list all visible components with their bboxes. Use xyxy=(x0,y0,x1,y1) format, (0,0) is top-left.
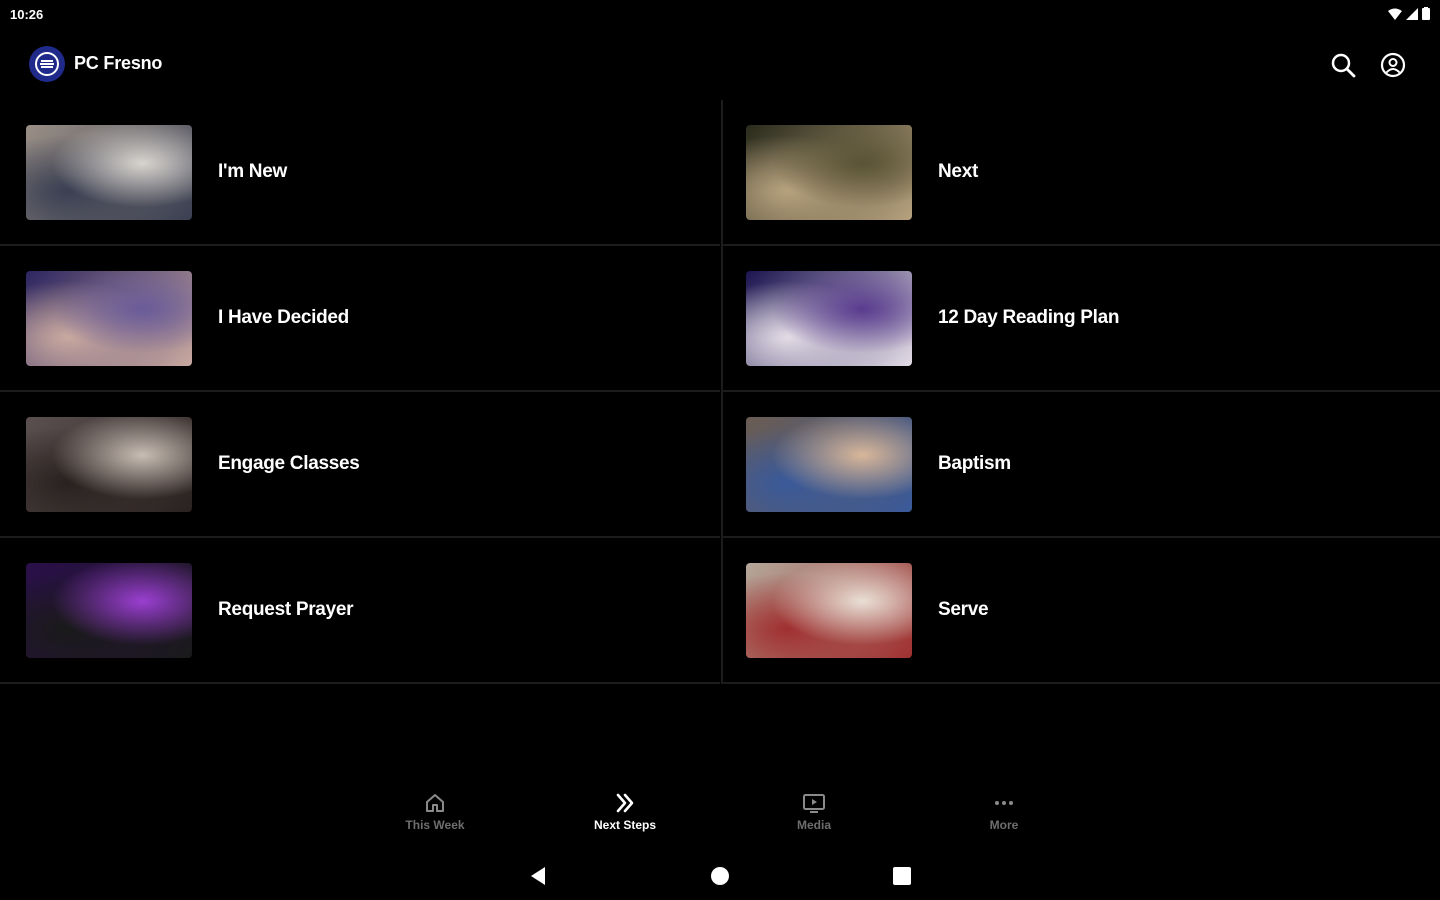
card-thumbnail xyxy=(26,416,192,512)
nav-more[interactable]: More xyxy=(944,792,1064,842)
card-label: Baptism xyxy=(938,453,1011,474)
double-chevron-icon xyxy=(616,793,634,813)
card-reading-plan[interactable]: 12 Day Reading Plan xyxy=(722,246,1440,392)
home-icon xyxy=(426,794,444,812)
system-home-button[interactable] xyxy=(708,864,732,888)
battery-icon xyxy=(1422,7,1430,20)
card-label: 12 Day Reading Plan xyxy=(938,307,1120,328)
nav-next-steps[interactable]: Next Steps xyxy=(565,792,685,842)
card-thumbnail xyxy=(746,270,912,366)
status-time: 10:26 xyxy=(10,7,44,22)
wifi-icon xyxy=(1388,8,1402,20)
card-label: Engage Classes xyxy=(218,453,360,474)
back-triangle-icon xyxy=(531,867,545,885)
card-engage-classes[interactable]: Engage Classes xyxy=(0,392,720,538)
next-steps-grid: I'm New Next I Have Decided 12 Day Readi… xyxy=(0,100,1440,684)
system-navigation-bar xyxy=(0,852,1440,900)
recents-square-icon xyxy=(893,867,911,885)
search-button[interactable] xyxy=(1326,48,1360,82)
status-bar: 10:26 xyxy=(0,0,1440,28)
card-thumbnail xyxy=(26,124,192,220)
church-logo xyxy=(29,46,65,82)
card-label: Request Prayer xyxy=(218,599,354,620)
card-label: Next xyxy=(938,161,978,182)
logo-mark-icon xyxy=(35,52,59,76)
app-title: PC Fresno xyxy=(74,53,163,73)
home-circle-icon xyxy=(711,867,729,885)
account-circle-icon xyxy=(1380,52,1406,78)
status-icons xyxy=(1388,7,1430,20)
card-i-have-decided[interactable]: I Have Decided xyxy=(0,246,720,392)
card-baptism[interactable]: Baptism xyxy=(722,392,1440,538)
card-thumbnail xyxy=(746,416,912,512)
card-thumbnail xyxy=(746,124,912,220)
card-thumbnail xyxy=(746,562,912,658)
card-next[interactable]: Next xyxy=(722,100,1440,246)
card-serve[interactable]: Serve xyxy=(722,538,1440,684)
system-recents-button[interactable] xyxy=(890,864,914,888)
nav-label: More xyxy=(989,818,1019,832)
app-bar: PC Fresno xyxy=(0,28,1440,100)
nav-label: This Week xyxy=(405,818,465,832)
nav-this-week[interactable]: This Week xyxy=(375,792,495,842)
card-label: Serve xyxy=(938,599,989,620)
card-thumbnail xyxy=(26,270,192,366)
bottom-navigation: This Week Next Steps Media More xyxy=(0,784,1440,844)
system-back-button[interactable] xyxy=(526,864,550,888)
search-icon xyxy=(1331,53,1356,78)
card-thumbnail xyxy=(26,562,192,658)
more-dots-icon xyxy=(995,801,1013,805)
card-label: I'm New xyxy=(218,161,287,182)
card-label: I Have Decided xyxy=(218,307,349,328)
nav-label: Next Steps xyxy=(593,818,657,832)
nav-label: Media xyxy=(796,818,831,832)
signal-icon xyxy=(1406,7,1418,20)
card-request-prayer[interactable]: Request Prayer xyxy=(0,538,720,684)
tv-play-icon xyxy=(803,794,825,813)
card-im-new[interactable]: I'm New xyxy=(0,100,720,246)
account-button[interactable] xyxy=(1376,48,1410,82)
nav-media[interactable]: Media xyxy=(754,792,874,842)
